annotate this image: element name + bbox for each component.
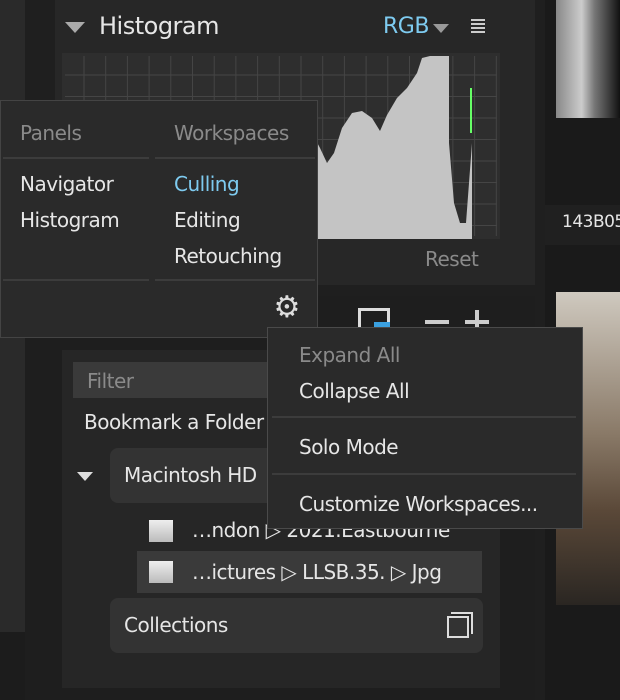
folder-icon [149,520,173,542]
channel-select[interactable]: RGB [383,14,429,39]
menu-item-collapse-all[interactable]: Collapse All [299,379,410,403]
collections-row[interactable]: Collections [110,598,483,653]
context-menu: Expand All Collapse All Solo Mode Custom… [267,327,583,529]
menu-item-expand-all[interactable]: Expand All [299,343,400,367]
panels-header: Panels [20,121,82,145]
folder-icon [149,561,173,583]
bookmark-folder-link[interactable]: Bookmark a Folder [84,410,264,434]
histogram-title: Histogram [99,12,220,40]
panel-item-histogram[interactable]: Histogram [20,208,120,232]
filter-placeholder: Filter [87,369,134,393]
workspace-item-retouching[interactable]: Retouching [174,244,282,268]
thumbnail-label: 143B05 [562,212,620,232]
panel-item-navigator[interactable]: Navigator [20,172,114,196]
plus-icon[interactable] [465,310,489,334]
folder-item-selected[interactable]: …ictures ▷ LLSB.35. ▷ Jpg [137,551,482,593]
hamburger-icon[interactable] [471,19,485,33]
folder-label: …ictures ▷ LLSB.35. ▷ Jpg [192,560,442,584]
gear-icon[interactable]: ⚙ [272,293,302,323]
workspace-item-culling[interactable]: Culling [174,172,240,196]
collections-label: Collections [124,613,228,637]
triangle-down-icon[interactable] [65,22,85,33]
collections-stack-icon [447,616,469,638]
caret-down-icon[interactable] [433,24,449,33]
reset-button[interactable]: Reset [425,247,479,271]
drive-label: Macintosh HD [124,463,257,487]
menu-item-solo-mode[interactable]: Solo Mode [299,435,399,459]
workspaces-header: Workspaces [174,121,289,145]
menu-item-customize-workspaces[interactable]: Customize Workspaces... [299,492,538,516]
workspace-item-editing[interactable]: Editing [174,208,241,232]
thumbnail[interactable] [556,0,620,118]
triangle-down-icon[interactable] [77,472,93,481]
minus-icon[interactable] [425,320,449,324]
panels-popup: Panels Workspaces Navigator Histogram Cu… [0,100,318,338]
